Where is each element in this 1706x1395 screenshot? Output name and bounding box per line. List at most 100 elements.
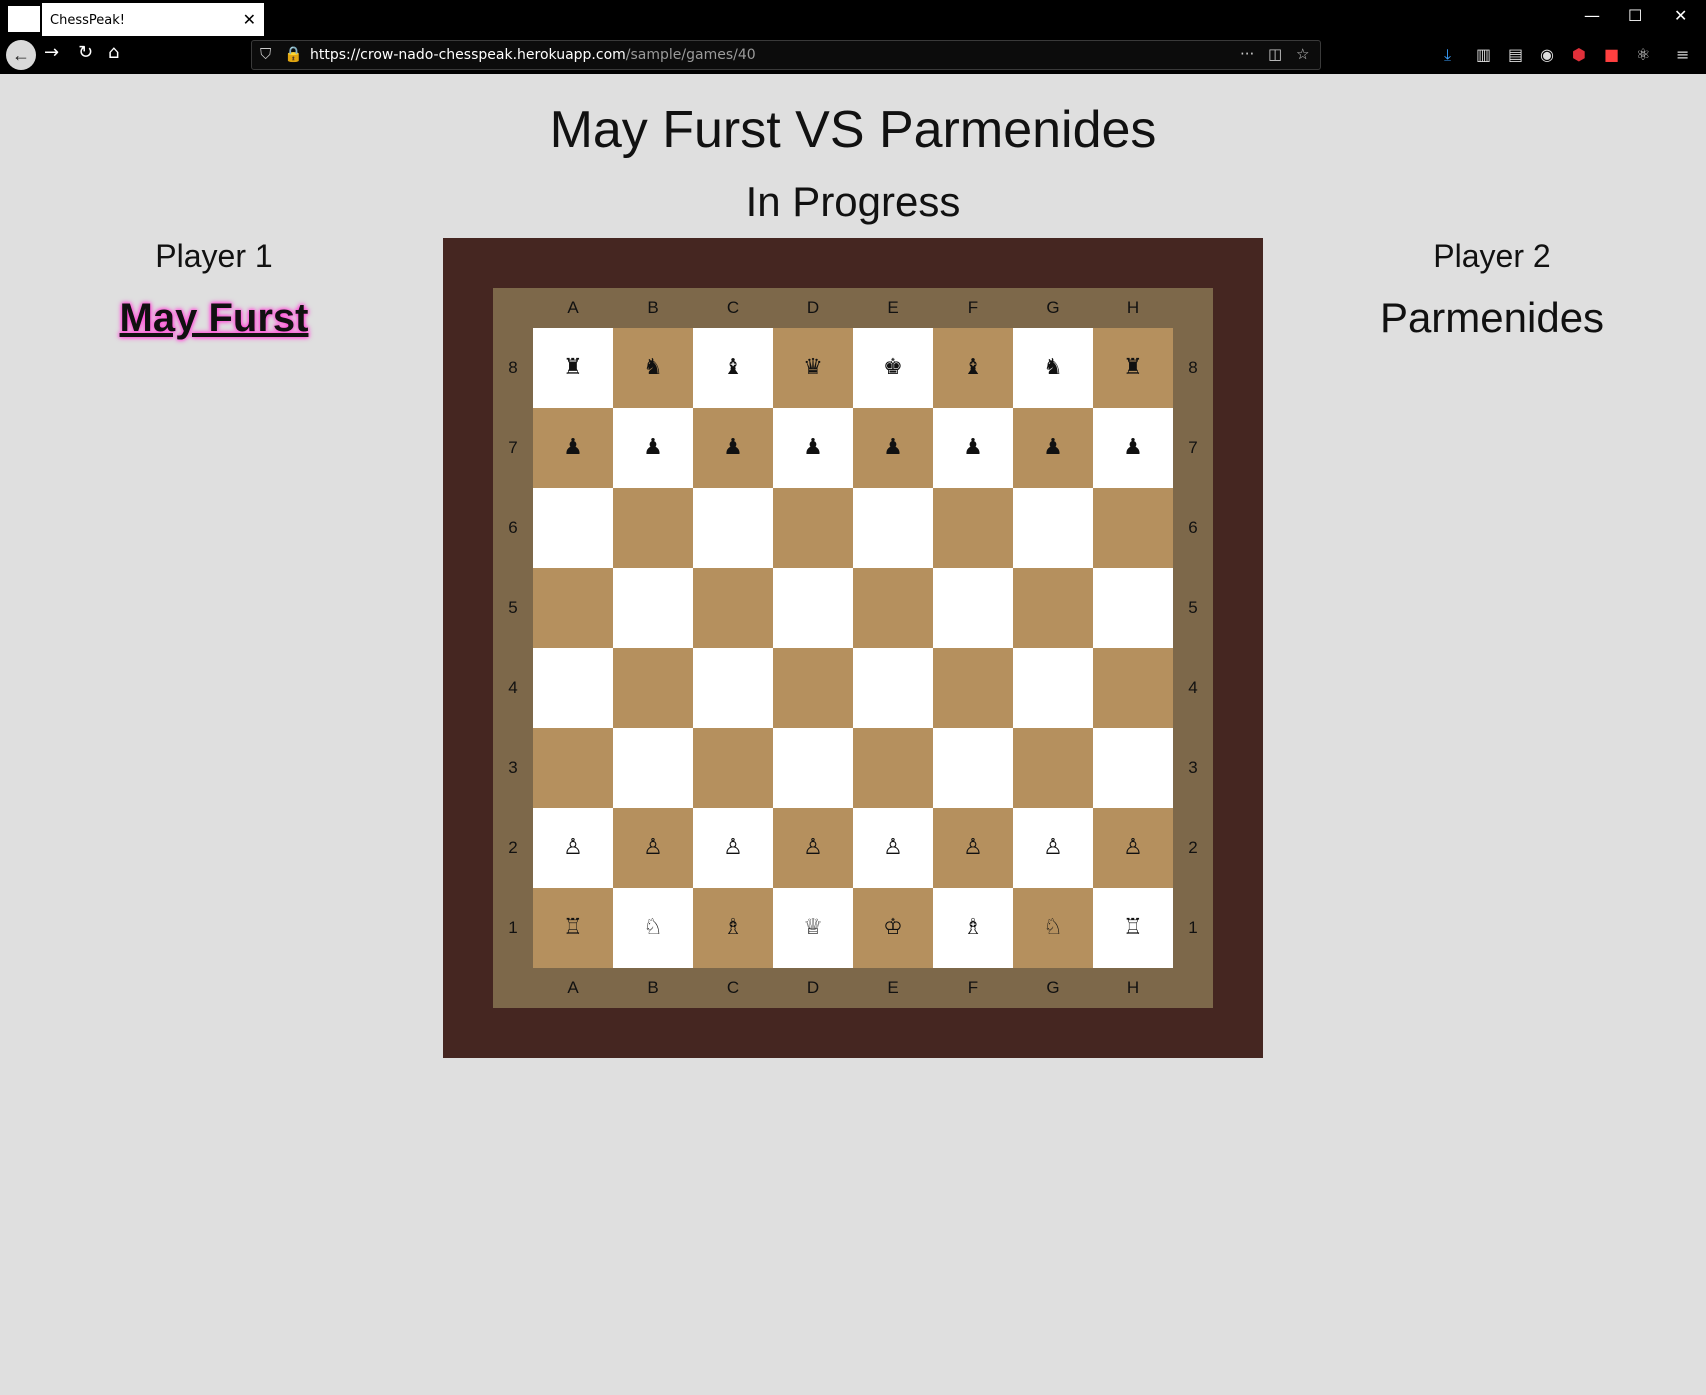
square-d3[interactable] bbox=[773, 728, 853, 808]
square-g2[interactable]: ♙ bbox=[1013, 808, 1093, 888]
square-f8[interactable]: ♝ bbox=[933, 328, 1013, 408]
account-icon[interactable]: ◉ bbox=[1540, 45, 1554, 64]
square-c8[interactable]: ♝ bbox=[693, 328, 773, 408]
square-h8[interactable]: ♜ bbox=[1093, 328, 1173, 408]
player1-name[interactable]: May Furst bbox=[64, 296, 364, 341]
square-d2[interactable]: ♙ bbox=[773, 808, 853, 888]
forward-button[interactable]: → bbox=[44, 42, 59, 63]
square-g7[interactable]: ♟ bbox=[1013, 408, 1093, 488]
square-g5[interactable] bbox=[1013, 568, 1093, 648]
square-c2[interactable]: ♙ bbox=[693, 808, 773, 888]
chess-piece[interactable]: ♝ bbox=[963, 357, 983, 379]
chess-piece[interactable]: ♞ bbox=[1043, 357, 1063, 379]
maximize-icon[interactable]: ☐ bbox=[1628, 6, 1642, 25]
chess-piece[interactable]: ♙ bbox=[643, 837, 663, 859]
sidebar-icon[interactable]: ▤ bbox=[1508, 45, 1523, 64]
square-h4[interactable] bbox=[1093, 648, 1173, 728]
back-button[interactable]: ← bbox=[6, 40, 36, 70]
square-b4[interactable] bbox=[613, 648, 693, 728]
square-f1[interactable]: ♗ bbox=[933, 888, 1013, 968]
square-e7[interactable]: ♟ bbox=[853, 408, 933, 488]
chess-piece[interactable]: ♙ bbox=[1123, 837, 1143, 859]
page-actions-icon[interactable]: ··· bbox=[1240, 45, 1254, 63]
chess-piece[interactable]: ♗ bbox=[723, 917, 743, 939]
square-c4[interactable] bbox=[693, 648, 773, 728]
url-text[interactable]: https://crow-nado-chesspeak.herokuapp.co… bbox=[310, 47, 756, 63]
square-e3[interactable] bbox=[853, 728, 933, 808]
square-e4[interactable] bbox=[853, 648, 933, 728]
square-d5[interactable] bbox=[773, 568, 853, 648]
chess-piece[interactable]: ♟ bbox=[1123, 437, 1143, 459]
chess-piece[interactable]: ♙ bbox=[963, 837, 983, 859]
square-e5[interactable] bbox=[853, 568, 933, 648]
chess-piece[interactable]: ♗ bbox=[963, 917, 983, 939]
address-bar[interactable]: ⛉ 🔒 https://crow-nado-chesspeak.herokuap… bbox=[251, 40, 1321, 70]
square-a8[interactable]: ♜ bbox=[533, 328, 613, 408]
library-icon[interactable]: ▥ bbox=[1476, 45, 1491, 64]
chess-piece[interactable]: ♟ bbox=[563, 437, 583, 459]
chess-piece[interactable]: ♟ bbox=[723, 437, 743, 459]
square-g1[interactable]: ♘ bbox=[1013, 888, 1093, 968]
square-f3[interactable] bbox=[933, 728, 1013, 808]
chess-piece[interactable]: ♙ bbox=[563, 837, 583, 859]
square-h7[interactable]: ♟ bbox=[1093, 408, 1173, 488]
chess-piece[interactable]: ♙ bbox=[883, 837, 903, 859]
square-a7[interactable]: ♟ bbox=[533, 408, 613, 488]
square-f4[interactable] bbox=[933, 648, 1013, 728]
square-d6[interactable] bbox=[773, 488, 853, 568]
tab-close-icon[interactable]: ✕ bbox=[243, 10, 256, 29]
chess-piece[interactable]: ♜ bbox=[1123, 357, 1143, 379]
chess-piece[interactable]: ♞ bbox=[643, 357, 663, 379]
chess-piece[interactable]: ♟ bbox=[803, 437, 823, 459]
square-e6[interactable] bbox=[853, 488, 933, 568]
square-a3[interactable] bbox=[533, 728, 613, 808]
square-c6[interactable] bbox=[693, 488, 773, 568]
square-d4[interactable] bbox=[773, 648, 853, 728]
square-c5[interactable] bbox=[693, 568, 773, 648]
chess-piece[interactable]: ♘ bbox=[643, 917, 663, 939]
chess-piece[interactable]: ♚ bbox=[883, 357, 903, 379]
square-d8[interactable]: ♛ bbox=[773, 328, 853, 408]
chess-piece[interactable]: ♟ bbox=[643, 437, 663, 459]
square-f5[interactable] bbox=[933, 568, 1013, 648]
square-b1[interactable]: ♘ bbox=[613, 888, 693, 968]
chess-piece[interactable]: ♟ bbox=[883, 437, 903, 459]
square-a5[interactable] bbox=[533, 568, 613, 648]
square-d7[interactable]: ♟ bbox=[773, 408, 853, 488]
home-button[interactable]: ⌂ bbox=[108, 42, 119, 63]
chess-piece[interactable]: ♙ bbox=[1043, 837, 1063, 859]
pocket-icon[interactable]: ◫ bbox=[1268, 45, 1282, 63]
browser-tab[interactable]: ChessPeak! ✕ bbox=[42, 3, 264, 36]
chess-piece[interactable]: ♕ bbox=[803, 917, 823, 939]
reload-button[interactable]: ↻ bbox=[78, 42, 93, 63]
square-b6[interactable] bbox=[613, 488, 693, 568]
square-h5[interactable] bbox=[1093, 568, 1173, 648]
square-h1[interactable]: ♖ bbox=[1093, 888, 1173, 968]
square-g4[interactable] bbox=[1013, 648, 1093, 728]
square-a2[interactable]: ♙ bbox=[533, 808, 613, 888]
chess-piece[interactable]: ♙ bbox=[723, 837, 743, 859]
square-c7[interactable]: ♟ bbox=[693, 408, 773, 488]
bookmark-star-icon[interactable]: ☆ bbox=[1296, 45, 1309, 63]
square-b7[interactable]: ♟ bbox=[613, 408, 693, 488]
square-c1[interactable]: ♗ bbox=[693, 888, 773, 968]
square-e8[interactable]: ♚ bbox=[853, 328, 933, 408]
lock-icon[interactable]: 🔒 bbox=[284, 45, 303, 63]
chess-piece[interactable]: ♝ bbox=[723, 357, 743, 379]
window-close-icon[interactable]: ✕ bbox=[1674, 6, 1687, 25]
chess-piece[interactable]: ♙ bbox=[803, 837, 823, 859]
square-h2[interactable]: ♙ bbox=[1093, 808, 1173, 888]
square-a4[interactable] bbox=[533, 648, 613, 728]
square-b2[interactable]: ♙ bbox=[613, 808, 693, 888]
square-b8[interactable]: ♞ bbox=[613, 328, 693, 408]
square-b5[interactable] bbox=[613, 568, 693, 648]
square-h3[interactable] bbox=[1093, 728, 1173, 808]
square-a1[interactable]: ♖ bbox=[533, 888, 613, 968]
chess-piece[interactable]: ♖ bbox=[563, 917, 583, 939]
chess-piece[interactable]: ♘ bbox=[1043, 917, 1063, 939]
square-a6[interactable] bbox=[533, 488, 613, 568]
square-f2[interactable]: ♙ bbox=[933, 808, 1013, 888]
square-f6[interactable] bbox=[933, 488, 1013, 568]
square-b3[interactable] bbox=[613, 728, 693, 808]
extension-icon[interactable]: ■ bbox=[1604, 45, 1619, 64]
